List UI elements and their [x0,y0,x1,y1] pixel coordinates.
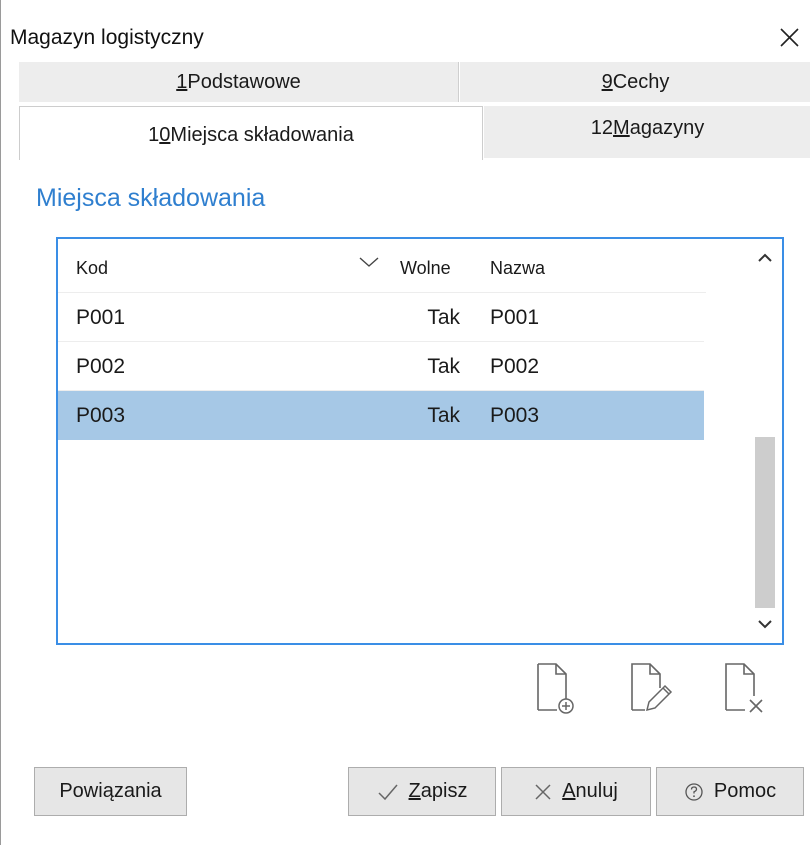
edit-location-button[interactable] [625,660,675,716]
title-bar: Magazyn logistyczny [1,10,810,60]
tab-miejsca-skladowania[interactable]: 10 Miejsca składowania [19,106,483,160]
scroll-down-arrow-icon[interactable] [748,611,782,637]
storage-locations-grid[interactable]: Kod Wolne Nazwa P001 Tak P001 P002 Tak P… [56,237,784,645]
close-button[interactable] [771,18,810,58]
column-header-kod[interactable]: Kod [76,258,108,279]
scroll-thumb[interactable] [755,437,775,608]
vertical-scrollbar[interactable] [748,239,782,643]
delete-location-button[interactable] [719,660,769,716]
question-circle-icon [685,782,703,801]
window-title: Magazyn logistyczny [10,26,204,49]
cell-wolne: Tak [427,306,460,329]
grid-header: Kod Wolne Nazwa [58,239,706,293]
document-delete-icon [725,663,763,713]
cell-kod: P001 [76,306,126,329]
cell-nazwa: P002 [490,355,540,378]
close-icon [780,28,799,47]
cancel-button[interactable]: Anuluj [501,767,651,816]
tab-magazyny[interactable]: 12 Magazyny [484,106,810,158]
tab-cechy[interactable]: 9 Cechy [460,62,810,102]
dialog-window: Magazyn logistyczny 1 Podstawowe 9 Cechy… [0,0,810,845]
table-row[interactable]: P001 Tak P001 [58,293,704,342]
table-row-selected[interactable]: P003 Tak P003 [58,391,704,440]
cell-nazwa: P003 [490,404,540,427]
table-row[interactable]: P002 Tak P002 [58,342,704,391]
powiazania-label: Powiązania [59,780,162,802]
scroll-up-arrow-icon[interactable] [748,245,782,271]
document-add-icon [537,663,574,714]
cell-wolne: Tak [427,404,460,427]
tab-podstawowe-label: 1 Podstawowe [176,71,301,93]
tab-podstawowe[interactable]: 1 Podstawowe [19,62,459,102]
cell-kod: P002 [76,355,126,378]
x-icon [535,783,551,800]
check-icon [378,784,398,800]
section-title: Miejsca składowania [36,184,266,212]
help-button[interactable]: Pomoc [656,767,804,816]
tab-bar: 1 Podstawowe 9 Cechy 10 Miejsca składowa… [1,60,810,160]
column-header-wolne[interactable]: Wolne [400,258,451,279]
tab-cechy-label: 9 Cechy [601,71,670,93]
help-label: Pomoc [713,780,777,802]
cell-nazwa: P001 [490,306,540,329]
cancel-label: Anuluj [562,780,618,802]
cell-kod: P003 [76,404,126,427]
tab-magazyny-label: 12 Magazyny [590,117,705,139]
save-label: Zapisz [408,780,468,802]
powiazania-button[interactable]: Powiązania [34,767,187,816]
tab-miejsca-skladowania-label: 10 Miejsca składowania [148,124,354,146]
cell-wolne: Tak [427,355,460,378]
save-button[interactable]: Zapisz [348,767,496,816]
add-location-button[interactable] [531,660,581,716]
chevron-down-icon[interactable] [358,255,380,269]
column-header-nazwa[interactable]: Nazwa [490,258,545,279]
document-edit-icon [631,663,673,712]
